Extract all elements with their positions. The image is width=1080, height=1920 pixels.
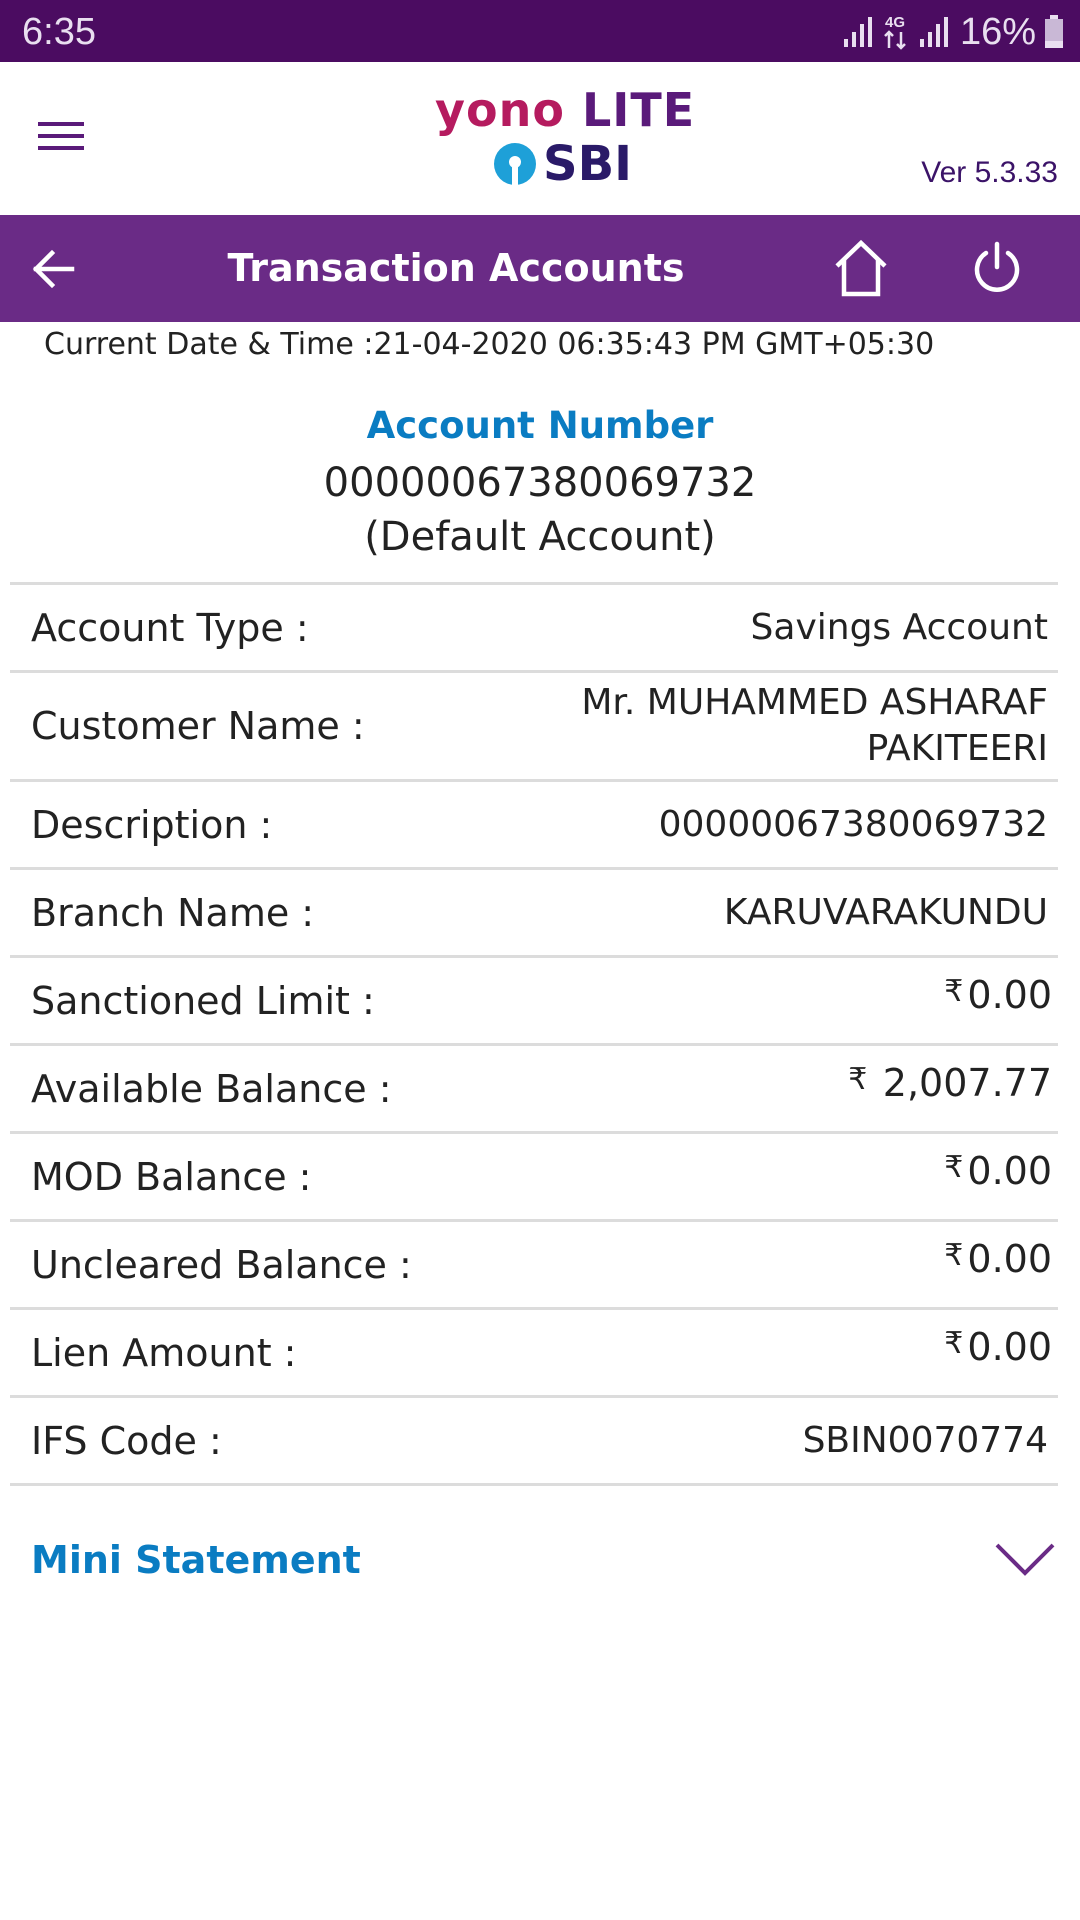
status-indicators: 4G 16% bbox=[842, 10, 1064, 54]
mini-statement-toggle[interactable]: Mini Statement bbox=[10, 1510, 1058, 1610]
detail-value: ₹0.00 bbox=[492, 1310, 1052, 1395]
logo-sbi-text: SBI bbox=[543, 136, 633, 192]
detail-value: Mr. MUHAMMED ASHARAF PAKITEERI bbox=[581, 682, 1048, 769]
signal-icon bbox=[843, 17, 872, 47]
detail-label: Uncleared Balance : bbox=[31, 1242, 412, 1287]
detail-value: ₹0.00 bbox=[492, 958, 1052, 1043]
amount: 0.00 bbox=[967, 973, 1052, 1017]
detail-row-available-balance: Available Balance : ₹ 2,007.77 bbox=[10, 1046, 1058, 1134]
signal-icon-2 bbox=[919, 17, 948, 47]
detail-value: ₹ 2,007.77 bbox=[492, 1046, 1052, 1131]
nav-bar: Transaction Accounts bbox=[0, 215, 1080, 322]
battery-icon bbox=[1045, 15, 1063, 48]
home-icon[interactable] bbox=[833, 238, 889, 298]
network-type-label: 4G bbox=[885, 14, 905, 31]
rupee-symbol: ₹ bbox=[944, 1238, 964, 1273]
account-details: Account Type : Savings Account Customer … bbox=[10, 582, 1058, 1486]
logo-lite-text: LITE bbox=[581, 83, 696, 137]
detail-label: MOD Balance : bbox=[31, 1154, 312, 1199]
app-header: yono LITE SBI Ver 5.3.33 bbox=[0, 62, 1080, 215]
datetime-value: 21-04-2020 06:35:43 PM GMT+05:30 bbox=[373, 327, 935, 362]
rupee-symbol: ₹ bbox=[944, 1326, 964, 1361]
rupee-symbol: ₹ bbox=[944, 974, 964, 1009]
datetime-label: Current Date & Time : bbox=[44, 327, 374, 362]
detail-label: Sanctioned Limit : bbox=[31, 978, 375, 1023]
chevron-down-icon[interactable] bbox=[994, 1540, 1056, 1580]
yono-lite-sbi-logo: yono LITE SBI bbox=[380, 82, 710, 202]
back-arrow-icon[interactable] bbox=[28, 243, 80, 295]
detail-value: SBIN0070774 bbox=[802, 1419, 1048, 1461]
detail-row-sanctioned-limit: Sanctioned Limit : ₹0.00 bbox=[10, 958, 1058, 1046]
detail-label: Description : bbox=[31, 802, 273, 847]
battery-percent: 16% bbox=[959, 11, 1036, 53]
detail-label: Branch Name : bbox=[31, 890, 315, 935]
detail-value: Savings Account bbox=[750, 606, 1048, 648]
detail-row-lien-amount: Lien Amount : ₹0.00 bbox=[10, 1310, 1058, 1398]
detail-label: Available Balance : bbox=[31, 1066, 392, 1111]
detail-row-account-type: Account Type : Savings Account bbox=[10, 585, 1058, 673]
detail-row-description: Description : 00000067380069732 bbox=[10, 782, 1058, 870]
mini-statement-label: Mini Statement bbox=[31, 1538, 361, 1582]
detail-row-mod-balance: MOD Balance : ₹0.00 bbox=[10, 1134, 1058, 1222]
account-number-label: Account Number bbox=[366, 404, 714, 447]
amount: 0.00 bbox=[967, 1149, 1052, 1193]
status-bar: 6:35 4G 16% bbox=[0, 0, 1080, 62]
logo-wordmark: yono LITE bbox=[435, 82, 695, 138]
detail-row-customer-name: Customer Name : Mr. MUHAMMED ASHARAF PAK… bbox=[10, 673, 1058, 782]
amount: 2,007.77 bbox=[882, 1061, 1052, 1105]
detail-value: KARUVARAKUNDU bbox=[723, 891, 1048, 933]
detail-value: ₹0.00 bbox=[492, 1134, 1052, 1219]
logo-sbi: SBI bbox=[493, 134, 632, 194]
power-icon[interactable] bbox=[970, 241, 1024, 295]
detail-row-uncleared-balance: Uncleared Balance : ₹0.00 bbox=[10, 1222, 1058, 1310]
status-time: 6:35 bbox=[22, 11, 96, 53]
account-number: 00000067380069732 bbox=[323, 460, 757, 506]
detail-row-ifs-code: IFS Code : SBIN0070774 bbox=[10, 1398, 1058, 1486]
sbi-logo-icon bbox=[494, 143, 536, 186]
page-title: Transaction Accounts bbox=[227, 246, 685, 290]
logo-yono-text: yono bbox=[435, 83, 565, 137]
hamburger-menu-icon[interactable] bbox=[34, 112, 90, 162]
detail-value: 00000067380069732 bbox=[658, 803, 1048, 845]
amount: 0.00 bbox=[967, 1237, 1052, 1281]
detail-row-branch-name: Branch Name : KARUVARAKUNDU bbox=[10, 870, 1058, 958]
account-summary: Account Number 00000067380069732 (Defaul… bbox=[0, 396, 1080, 564]
current-datetime: Current Date & Time :21-04-2020 06:35:43… bbox=[44, 322, 934, 368]
detail-label: Account Type : bbox=[31, 605, 309, 650]
detail-value: ₹0.00 bbox=[492, 1222, 1052, 1307]
rupee-symbol: ₹ bbox=[848, 1062, 868, 1097]
network-4g-icon: 4G bbox=[884, 14, 906, 50]
detail-label: Customer Name : bbox=[31, 704, 365, 748]
amount: 0.00 bbox=[967, 1325, 1052, 1369]
default-account-note: (Default Account) bbox=[364, 514, 716, 560]
detail-label: Lien Amount : bbox=[31, 1330, 297, 1375]
rupee-symbol: ₹ bbox=[944, 1150, 964, 1185]
app-version: Ver 5.3.33 bbox=[921, 156, 1058, 189]
detail-label: IFS Code : bbox=[31, 1418, 222, 1463]
